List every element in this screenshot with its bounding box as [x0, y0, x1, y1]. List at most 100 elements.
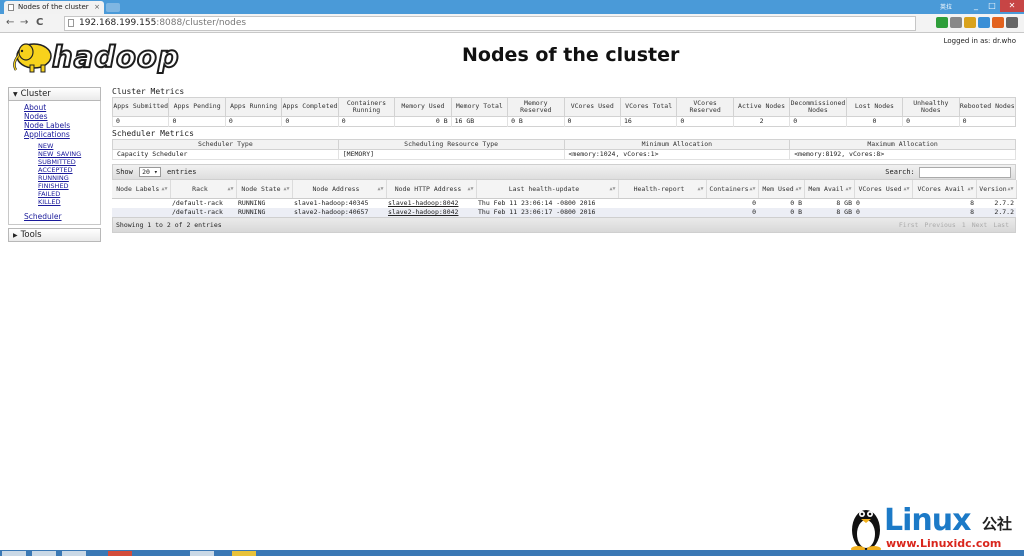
column-header-node-address[interactable]: Node Address ▲▼ [292, 180, 387, 199]
column-header-rack[interactable]: Rack ▲▼ [170, 180, 237, 199]
maximize-button[interactable]: □ [984, 0, 1000, 12]
column-header-health-report[interactable]: Health-report ▲▼ [618, 180, 707, 199]
show-label: Show [116, 168, 133, 176]
scheduler-metrics-table: Scheduler Type Scheduling Resource Type … [112, 139, 1016, 160]
column-header-vcores-avail[interactable]: VCores Avail ▲▼ [912, 180, 977, 199]
column-header-text: Version [979, 184, 1007, 193]
metric-header: Unhealthy Nodes [902, 97, 960, 117]
pager-next[interactable]: Next [972, 221, 988, 229]
column-header-text: Node Labels [116, 184, 160, 193]
scheduler-value: [MEMORY] [337, 149, 565, 160]
extension-icon[interactable] [992, 17, 1004, 28]
sidebar-app-state-finished[interactable]: FINISHED [38, 182, 100, 190]
taskbar-item[interactable] [2, 551, 26, 556]
minimize-button[interactable]: _ [968, 0, 984, 12]
sidebar-app-state-submitted[interactable]: SUBMITTED [38, 158, 100, 166]
sidebar-link-node-labels[interactable]: Node Labels [24, 121, 100, 130]
metric-header: Apps Submitted [111, 97, 170, 117]
column-header-containers[interactable]: Containers ▲▼ [706, 180, 759, 199]
tools-section-header[interactable]: ▶ Tools [8, 228, 101, 242]
star-icon[interactable] [964, 17, 976, 28]
sidebar-link-applications[interactable]: Applications [24, 130, 100, 139]
watermark-brand-cn: 公社 [982, 515, 1013, 533]
column-header-vcores-used[interactable]: VCores Used ▲▼ [854, 180, 913, 199]
hadoop-logo[interactable]: hadoop [10, 38, 180, 76]
sort-icon: ▲▼ [903, 186, 910, 192]
column-header-node-labels[interactable]: Node Labels ▲▼ [112, 180, 171, 199]
sidebar-link-scheduler[interactable]: Scheduler [24, 212, 100, 221]
taskbar-item[interactable] [32, 551, 56, 556]
lost-nodes-link[interactable]: 0 [872, 117, 876, 125]
sidebar-app-state-accepted[interactable]: ACCEPTED [38, 166, 100, 174]
column-header-mem-used[interactable]: Mem Used ▲▼ [758, 180, 805, 199]
tab-close-icon[interactable]: × [94, 1, 100, 14]
column-header-text: Node Address [312, 184, 360, 193]
sidebar-app-state-running[interactable]: RUNNING [38, 174, 100, 182]
search-input[interactable] [919, 166, 1011, 178]
unhealthy-nodes-link[interactable]: 0 [906, 117, 910, 125]
cluster-metrics-title: Cluster Metrics [112, 87, 185, 96]
sort-icon: ▲▼ [467, 186, 474, 192]
sidebar-app-state-new-saving[interactable]: NEW_SAVING [38, 150, 100, 158]
menu-icon[interactable] [1006, 17, 1018, 28]
pager-last[interactable]: Last [993, 221, 1009, 229]
taskbar-item[interactable] [190, 551, 214, 556]
taskbar-item[interactable] [62, 551, 86, 556]
scheduler-value: Capacity Scheduler [112, 149, 339, 160]
url-path: :8088/cluster/nodes [156, 18, 247, 28]
node-http-address-link[interactable]: slave1-hadoop:8042 [388, 199, 458, 207]
column-header-mem-avail[interactable]: Mem Avail ▲▼ [804, 180, 855, 199]
extension-icon[interactable] [978, 17, 990, 28]
cluster-section-header[interactable]: ▼ Cluster [8, 87, 101, 101]
new-tab-button[interactable] [106, 3, 120, 12]
sort-icon: ▲▼ [609, 186, 616, 192]
column-header-version[interactable]: Version ▲▼ [976, 180, 1017, 199]
browser-tab[interactable]: Nodes of the cluster × [4, 1, 104, 14]
reload-icon[interactable]: C [36, 16, 43, 30]
metric-value: 0 [281, 116, 339, 127]
table-info: Showing 1 to 2 of 2 entries [116, 221, 222, 229]
pager-page-1[interactable]: 1 [962, 221, 966, 229]
metric-value: 16 [619, 116, 677, 127]
sidebar-app-state-failed[interactable]: FAILED [38, 190, 100, 198]
sidebar-link-about[interactable]: About [24, 103, 100, 112]
column-header-text: VCores Used [858, 184, 902, 193]
sort-icon: ▲▼ [377, 186, 384, 192]
metric-header: Decommissioned Nodes [789, 97, 847, 117]
address-bar[interactable]: 192.168.199.155:8088/cluster/nodes [64, 16, 916, 31]
shield-icon[interactable] [936, 17, 948, 28]
translate-icon[interactable] [950, 17, 962, 28]
scheduler-header: Scheduling Resource Type [337, 139, 565, 150]
page-size-select[interactable]: 20 ▾ [139, 167, 161, 177]
url-host: 192.168.199.155 [79, 18, 157, 28]
metric-header: Rebooted Nodes [958, 97, 1017, 117]
nodes-table-toolbar: Show 20 ▾ entries Search: [112, 164, 1016, 180]
cell-vcores-used: 0 [854, 208, 912, 217]
node-http-address-link[interactable]: slave2-hadoop:8042 [388, 208, 458, 216]
search-label: Search: [885, 168, 915, 176]
taskbar-item[interactable] [108, 551, 132, 556]
pager-first[interactable]: First [899, 221, 919, 229]
column-header-node-http-address[interactable]: Node HTTP Address ▲▼ [386, 180, 477, 199]
close-window-button[interactable]: ✕ [1000, 0, 1024, 12]
active-nodes-link[interactable]: 2 [760, 117, 764, 125]
column-header-last-health-update[interactable]: Last health-update ▲▼ [476, 180, 619, 199]
linuxidc-watermark: Linux 公社 www.Linuxidc.com [846, 500, 1024, 554]
forward-arrow-icon[interactable]: → [20, 16, 28, 30]
column-header-node-state[interactable]: Node State ▲▼ [236, 180, 293, 199]
taskbar-item[interactable] [232, 551, 256, 556]
pager-previous[interactable]: Previous [924, 221, 955, 229]
sidebar-app-state-new[interactable]: NEW [38, 142, 100, 150]
back-arrow-icon[interactable]: ← [6, 16, 14, 30]
nodes-table: Node Labels ▲▼ Rack ▲▼ Node State ▲▼ Node A… [112, 180, 1017, 217]
rebooted-nodes-link[interactable]: 0 [963, 117, 967, 125]
cell-mem-used: 0 B [758, 208, 804, 217]
sidebar: ▼ Cluster About Nodes Node Labels Applica… [8, 87, 101, 242]
metric-value: 16 GB [450, 116, 508, 127]
metric-header: VCores Reserved [676, 97, 734, 117]
sidebar-link-nodes[interactable]: Nodes [24, 112, 100, 121]
sidebar-app-state-killed[interactable]: KILLED [38, 198, 100, 206]
decommissioned-nodes-link[interactable]: 0 [793, 117, 797, 125]
metric-value: 0 [224, 116, 282, 127]
cell-node-state: RUNNING [236, 208, 292, 217]
